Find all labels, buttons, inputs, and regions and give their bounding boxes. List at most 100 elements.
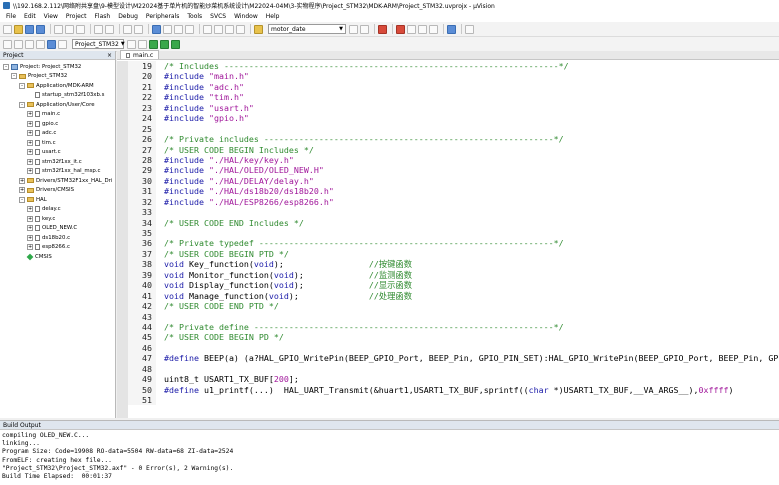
menu-file[interactable]: File: [2, 13, 20, 20]
save-all-icon[interactable]: [36, 24, 45, 34]
code-line[interactable]: 26 /* Private includes ------------------…: [128, 134, 779, 145]
code-line[interactable]: 45 /* USER CODE BEGIN PD */: [128, 332, 779, 343]
configure-icon[interactable]: [465, 24, 474, 34]
menu-project[interactable]: Project: [62, 13, 91, 20]
tree-item[interactable]: + tim.c: [0, 138, 115, 148]
target-combo[interactable]: Project_STM32 ▼: [72, 39, 125, 49]
translate-icon[interactable]: [3, 39, 12, 49]
code-line[interactable]: 51: [128, 395, 779, 406]
indent-icon[interactable]: [203, 24, 212, 34]
new-file-icon[interactable]: [3, 24, 12, 34]
code-line[interactable]: 47 #define BEEP(a) (a?HAL_GPIO_WritePin(B…: [128, 353, 779, 364]
code-line[interactable]: 46: [128, 342, 779, 354]
tree-item[interactable]: - Project: Project_STM32: [0, 62, 115, 72]
unindent-icon[interactable]: [214, 24, 223, 34]
tree-item[interactable]: - Project_STM32: [0, 72, 115, 82]
window-layout-icon[interactable]: [447, 24, 456, 34]
menu-peripherals[interactable]: Peripherals: [142, 13, 183, 20]
redo-icon[interactable]: [105, 24, 114, 34]
build-output-text[interactable]: compiling OLED_NEW.C... linking... Program…: [0, 430, 779, 483]
collapse-icon[interactable]: -: [11, 73, 17, 80]
manage-run-time-env-icon[interactable]: [149, 39, 158, 49]
expand-icon[interactable]: +: [27, 120, 33, 127]
code-line[interactable]: 28 #include "./HAL/key/key.h": [128, 154, 779, 166]
chevron-down-icon[interactable]: ▼: [339, 26, 343, 32]
breakpoint-disable-all-icon[interactable]: [418, 24, 427, 34]
select-packs-icon[interactable]: [171, 39, 180, 49]
expand-icon[interactable]: +: [27, 206, 33, 213]
nav-forward-icon[interactable]: [134, 24, 143, 34]
code-line[interactable]: 29 #include "./HAL/OLED/OLED_NEW.H": [128, 165, 779, 176]
uncomment-icon[interactable]: [236, 24, 245, 34]
expand-icon[interactable]: +: [27, 158, 33, 165]
collapse-icon[interactable]: -: [3, 63, 9, 70]
collapse-icon[interactable]: -: [19, 82, 25, 89]
menu-tools[interactable]: Tools: [183, 13, 206, 20]
code-line[interactable]: 49 uint8_t USART1_TX_BUF[200];: [128, 374, 779, 385]
bookmark-prev-icon[interactable]: [163, 24, 172, 34]
code-line[interactable]: 34 /* USER CODE END Includes */: [128, 217, 779, 228]
menu-window[interactable]: Window: [230, 13, 262, 20]
tree-item[interactable]: + OLED_NEW.C: [0, 224, 115, 234]
copy-icon[interactable]: [65, 24, 74, 34]
tree-item[interactable]: CMSIS: [0, 252, 115, 262]
breakpoint-disable-icon[interactable]: [407, 24, 416, 34]
expand-icon[interactable]: +: [27, 215, 33, 222]
code-line[interactable]: 27 /* USER CODE BEGIN Includes */: [128, 144, 779, 155]
expand-icon[interactable]: +: [27, 225, 33, 232]
expand-icon[interactable]: +: [19, 177, 25, 184]
code-area[interactable]: 19 /* Includes --------------------------…: [117, 61, 779, 418]
menu-edit[interactable]: Edit: [20, 13, 40, 20]
menu-svcs[interactable]: SVCS: [206, 13, 230, 20]
incremental-find-icon[interactable]: [360, 24, 369, 34]
tree-item[interactable]: + delay.c: [0, 205, 115, 215]
paste-icon[interactable]: [76, 24, 85, 34]
code-line[interactable]: 42 /* USER CODE END PTD */: [128, 301, 779, 312]
code-line[interactable]: 24 #include "gpio.h": [128, 113, 779, 124]
tree-item[interactable]: + esp8266.c: [0, 243, 115, 253]
code-line[interactable]: 22 #include "tim.h": [128, 92, 779, 103]
close-icon[interactable]: ×: [107, 51, 112, 59]
target-options-icon[interactable]: [127, 39, 136, 49]
tree-item[interactable]: + gpio.c: [0, 119, 115, 129]
code-line[interactable]: 48: [128, 363, 779, 375]
expand-icon[interactable]: +: [27, 139, 33, 146]
code-line[interactable]: 40 void Display_function(void); //显示函数: [128, 280, 779, 291]
download-icon[interactable]: [47, 39, 56, 49]
code-line[interactable]: 33: [128, 207, 779, 218]
tree-item[interactable]: startup_stm32f103xb.s: [0, 91, 115, 101]
expand-icon[interactable]: +: [27, 130, 33, 137]
menu-debug[interactable]: Debug: [114, 13, 142, 20]
code-line[interactable]: 31 #include "./HAL/ds18b20/ds18b20.h": [128, 186, 779, 197]
tree-item[interactable]: - Application/MDK-ARM: [0, 81, 115, 91]
undo-icon[interactable]: [94, 24, 103, 34]
bookmark-next-icon[interactable]: [174, 24, 183, 34]
comment-icon[interactable]: [225, 24, 234, 34]
code-line[interactable]: 44 /* Private define --------------------…: [128, 321, 779, 333]
editor-tab-main-c[interactable]: main.c: [120, 50, 160, 59]
cut-icon[interactable]: [54, 24, 63, 34]
tree-item[interactable]: + main.c: [0, 110, 115, 120]
code-line[interactable]: 23 #include "usart.h": [128, 102, 779, 114]
expand-icon[interactable]: +: [27, 111, 33, 118]
code-line[interactable]: 38 void Key_function(void); //按键函数: [128, 259, 779, 270]
tree-item[interactable]: + usart.c: [0, 148, 115, 158]
batch-build-icon[interactable]: [36, 39, 45, 49]
build-icon[interactable]: [14, 39, 23, 49]
stop-build-icon[interactable]: [58, 39, 67, 49]
expand-icon[interactable]: +: [27, 234, 33, 241]
save-icon[interactable]: [25, 24, 34, 34]
open-folder-icon[interactable]: [14, 24, 23, 34]
code-line[interactable]: 36 /* Private typedef -------------------…: [128, 238, 779, 249]
find-combo[interactable]: motor_date ▼: [268, 24, 346, 34]
breakpoint-insert-icon[interactable]: [396, 24, 405, 34]
expand-icon[interactable]: +: [27, 244, 33, 251]
code-line[interactable]: 37 /* USER CODE BEGIN PTD */: [128, 248, 779, 260]
code-line[interactable]: 35: [128, 228, 779, 239]
tree-item[interactable]: + stm32f1xx_it.c: [0, 157, 115, 167]
breakpoint-margin[interactable]: [117, 61, 128, 418]
code-line[interactable]: 30 #include "./HAL/DELAY/delay.h": [128, 175, 779, 187]
tree-item[interactable]: + stm32f1xx_hal_msp.c: [0, 167, 115, 177]
collapse-icon[interactable]: -: [19, 196, 25, 203]
code-line[interactable]: 20 #include "main.h": [128, 71, 779, 82]
